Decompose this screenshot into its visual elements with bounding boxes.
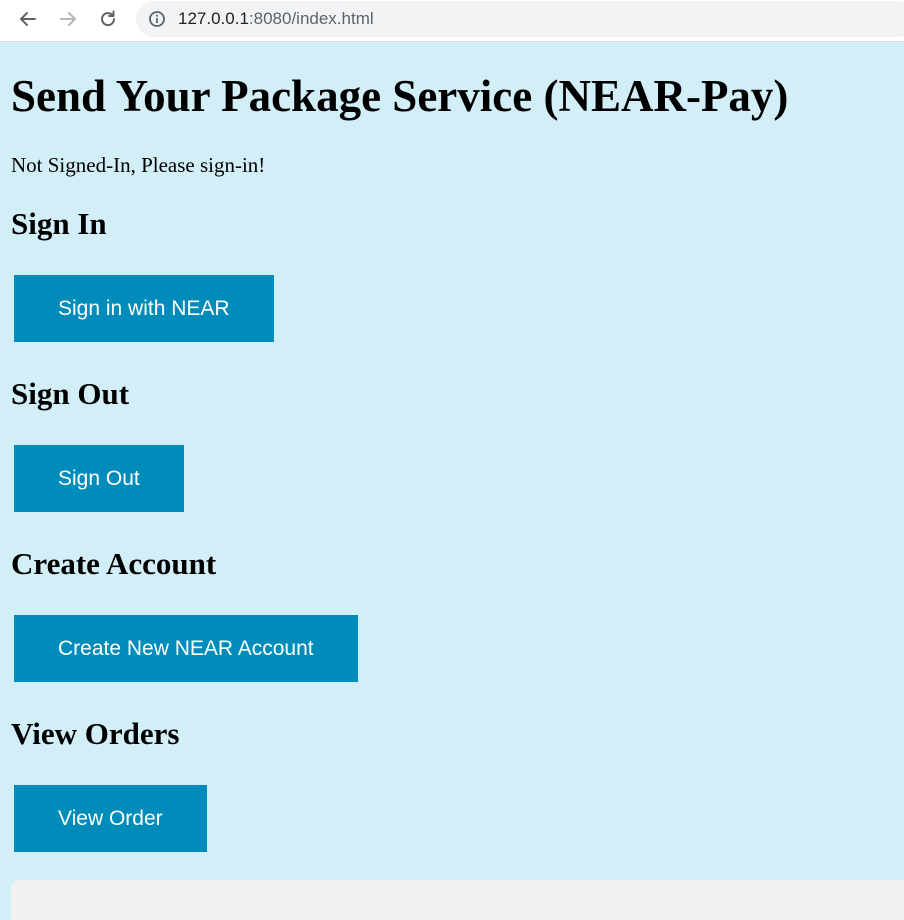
browser-toolbar: 127.0.0.1:8080/index.html	[0, 0, 904, 42]
view-order-button[interactable]: View Order	[14, 785, 207, 852]
bottom-panel	[11, 880, 904, 920]
url-path: :8080/index.html	[248, 9, 374, 28]
sign-out-heading: Sign Out	[11, 376, 130, 411]
sign-in-heading: Sign In	[11, 206, 107, 241]
create-account-button[interactable]: Create New NEAR Account	[14, 615, 358, 682]
reload-icon[interactable]	[96, 7, 120, 31]
back-arrow-icon[interactable]	[16, 7, 40, 31]
create-account-heading: Create Account	[11, 546, 217, 581]
page-content: Send Your Package Service (NEAR-Pay) Not…	[0, 42, 904, 920]
sign-in-button[interactable]: Sign in with NEAR	[14, 275, 274, 342]
info-icon[interactable]	[148, 10, 166, 28]
sign-out-button[interactable]: Sign Out	[14, 445, 184, 512]
page-title: Send Your Package Service (NEAR-Pay)	[11, 71, 789, 121]
url-host: 127.0.0.1	[178, 9, 249, 28]
forward-arrow-icon[interactable]	[56, 7, 80, 31]
view-orders-heading: View Orders	[11, 716, 180, 751]
address-bar[interactable]: 127.0.0.1:8080/index.html	[136, 1, 904, 37]
url-text: 127.0.0.1:8080/index.html	[178, 9, 374, 29]
sign-in-status: Not Signed-In, Please sign-in!	[11, 153, 266, 177]
